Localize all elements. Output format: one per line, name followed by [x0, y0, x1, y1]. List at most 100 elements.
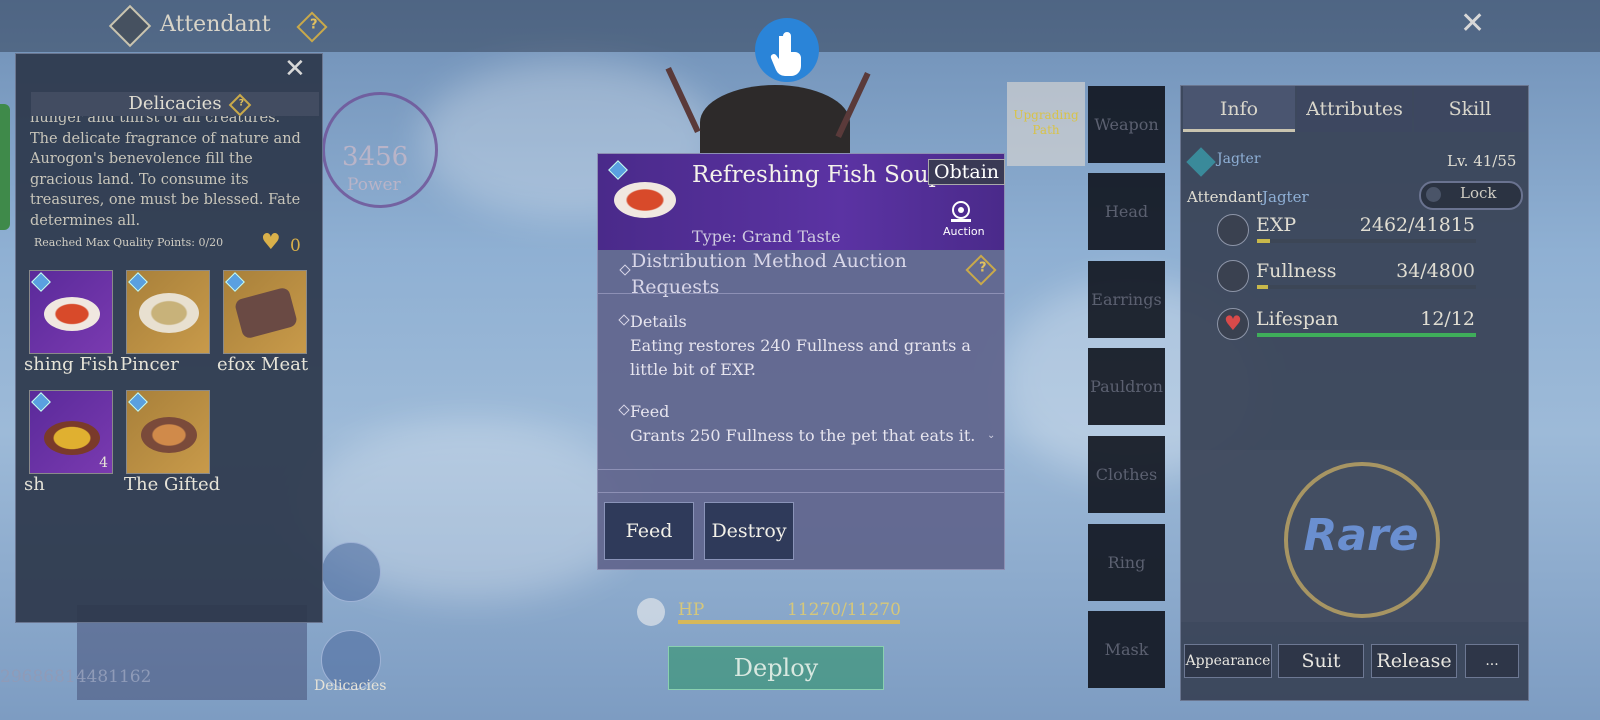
delicacies-label: Delicacies: [314, 678, 387, 694]
fish-soup-image: [44, 297, 100, 331]
divider: [598, 469, 1004, 470]
id-number: 29686814481162: [0, 667, 152, 687]
lifespan-bar: [1257, 333, 1476, 337]
destroy-button[interactable]: Destroy: [704, 502, 794, 560]
hp-icon: [637, 598, 665, 626]
item-slot-dish[interactable]: 4: [29, 390, 113, 474]
item-label: efox Meat: [217, 354, 309, 375]
slot-weapon[interactable]: Weapon: [1088, 86, 1165, 163]
meat-image: [233, 286, 299, 340]
stat-value: 34/4800: [1396, 260, 1475, 282]
lock-label: Lock: [1460, 184, 1497, 202]
stat-value: 12/12: [1420, 308, 1475, 330]
inventory-panel: ✕ Delicacies ? hunger and thirst of all …: [15, 53, 323, 623]
slot-earrings[interactable]: Earrings: [1088, 261, 1165, 338]
exp-bar-fill: [1257, 239, 1270, 243]
slot-ring[interactable]: Ring: [1088, 524, 1165, 601]
tab-info[interactable]: Info: [1183, 86, 1295, 132]
tab-skill[interactable]: Skill: [1414, 86, 1526, 132]
fullness-bar-fill: [1257, 285, 1268, 289]
exp-bar: [1257, 239, 1476, 243]
attendant-label: Attendant: [1187, 188, 1263, 206]
heart-icon: ♥: [1224, 311, 1242, 335]
close-icon[interactable]: ✕: [1460, 6, 1485, 41]
slot-clothes[interactable]: Clothes: [1088, 436, 1165, 513]
pincer-image: [139, 293, 199, 333]
lock-toggle[interactable]: Lock: [1419, 181, 1523, 210]
item-count: 4: [99, 455, 108, 471]
item-slot-gifted[interactable]: [126, 390, 210, 474]
auction-icon[interactable]: [946, 198, 976, 224]
suit-button[interactable]: Suit: [1278, 644, 1364, 678]
exp-icon: [1217, 214, 1249, 246]
heart-icon: ♥: [261, 230, 281, 255]
scroll-down-icon[interactable]: ⌄: [987, 430, 995, 441]
item-slot-meat[interactable]: [223, 270, 307, 354]
obtain-button[interactable]: Obtain: [928, 159, 1006, 185]
close-icon[interactable]: ✕: [284, 54, 306, 84]
tab-active-underline: [1183, 129, 1295, 132]
popup-header: Refreshing Fish Soup Obtain Auction Type…: [598, 154, 1006, 250]
hp-bar: [678, 620, 900, 624]
rarity-emblem: Rare: [1181, 450, 1528, 622]
deploy-button[interactable]: Deploy: [668, 646, 884, 690]
rarity-tag: [31, 392, 51, 412]
quality-points-text: Reached Max Quality Points: 0/20: [34, 236, 224, 249]
stat-value: 2462/41815: [1359, 214, 1475, 236]
feed-text: Grants 250 Fullness to the pet that eats…: [630, 426, 976, 445]
help-icon[interactable]: ?: [965, 254, 997, 286]
quality-points-value: 0: [290, 236, 301, 256]
stat-label: Lifespan: [1256, 308, 1339, 330]
details-title: Details: [630, 312, 687, 331]
item-slot-fish-soup[interactable]: [29, 270, 113, 354]
item-type: Type: Grand Taste: [692, 227, 841, 246]
release-button[interactable]: Release: [1371, 644, 1457, 678]
pet-level: Lv. 41/55: [1447, 152, 1517, 170]
page-title: Attendant: [160, 12, 271, 37]
feed-button[interactable]: Feed: [604, 502, 694, 560]
slot-pauldron[interactable]: Pauldron: [1088, 348, 1165, 425]
attendant-name: Jagter: [1262, 188, 1309, 206]
gifted-image: [141, 417, 197, 453]
hp-label: HP: [678, 600, 705, 620]
item-title: Refreshing Fish Soup: [692, 162, 944, 188]
item-slot-pincer[interactable]: [126, 270, 210, 354]
rarity-tag: [608, 160, 628, 180]
auction-label: Auction: [943, 225, 985, 238]
details-text: Eating restores 240 Fullness and grants …: [630, 336, 971, 379]
divider: [598, 293, 1004, 294]
item-label: Pincer: [120, 354, 179, 375]
back-icon[interactable]: [108, 4, 152, 48]
slot-head[interactable]: Head: [1088, 173, 1165, 250]
rarity-tag: [128, 392, 148, 412]
category-description: hunger and thirst of all creatures. The …: [30, 116, 310, 228]
power-value: 3456: [342, 142, 409, 172]
item-label: sh: [24, 474, 45, 495]
fullness-icon: [1217, 260, 1249, 292]
pet-creature: [700, 85, 850, 160]
rarity-tag: [31, 272, 51, 292]
pet-food-icon[interactable]: [321, 542, 381, 602]
pet-info-panel: Info Attributes Skill Jagter Lv. 41/55 A…: [1180, 85, 1529, 701]
tab-attributes[interactable]: Attributes: [1297, 86, 1412, 132]
rarity-text: Rare: [1303, 510, 1419, 561]
power-label: Power: [347, 175, 401, 195]
help-icon[interactable]: ?: [296, 11, 328, 43]
appearance-button[interactable]: Appearance: [1184, 644, 1272, 678]
pet-name: Jagter: [1217, 151, 1261, 167]
side-tab[interactable]: [0, 104, 10, 230]
help-glyph: ?: [978, 260, 987, 276]
more-button[interactable]: ...: [1465, 644, 1519, 678]
bullet-icon: [618, 314, 630, 326]
slot-mask[interactable]: Mask: [1088, 611, 1165, 688]
pet-type-icon: [1186, 147, 1216, 177]
tap-hint-icon: [755, 18, 819, 82]
help-glyph: ?: [309, 17, 318, 33]
description-text: hunger and thirst of all creatures. The …: [30, 116, 301, 228]
hp-value: 11270/11270: [787, 600, 901, 620]
item-label: The Gifted: [124, 474, 220, 495]
item-label: shing Fish: [24, 354, 119, 375]
item-detail-popup: Refreshing Fish Soup Obtain Auction Type…: [597, 153, 1006, 570]
upgrading-path-button[interactable]: Upgrading Path: [1007, 82, 1085, 166]
feed-title: Feed: [630, 402, 670, 421]
